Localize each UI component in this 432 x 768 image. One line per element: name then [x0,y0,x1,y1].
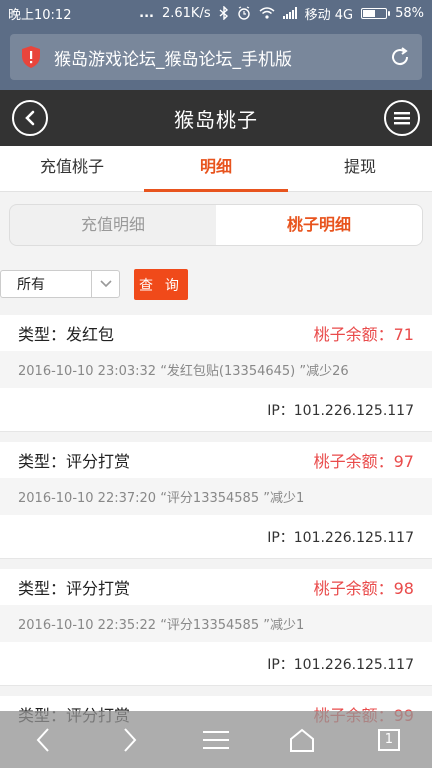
status-bar: 晚上10:12 ... 2.61K/s 移动 4G 58% [0,0,432,26]
tabs-count-icon: 1 [377,728,400,751]
chevron-right-icon [123,727,136,752]
browser-menu-button[interactable] [173,711,259,768]
record-type: 类型：发红包 [18,325,115,344]
status-time: 晚上10:12 [8,7,72,23]
back-button[interactable] [12,100,48,136]
reload-icon[interactable] [388,45,412,69]
header-title: 猴岛桃子 [174,107,258,132]
chevron-left-icon [36,727,49,752]
browser-toolbar: 猴岛游戏论坛_猴岛论坛_手机版 [0,26,432,90]
record-balance: 桃子余额：71 [313,325,414,344]
carrier-label: 移动 4G [304,7,354,23]
wifi-icon [259,7,275,19]
segment-peach-details[interactable]: 桃子明细 [216,205,422,245]
battery-icon [361,7,391,19]
status-dots: ... [139,5,154,21]
record-header: 类型：评分打赏 桃子余额：98 [0,569,432,605]
record-type: 类型：评分打赏 [18,579,131,598]
menu-icon [203,730,230,749]
record-balance: 桃子余额：97 [313,452,414,471]
tabs-count: 1 [384,732,393,747]
menu-button[interactable] [384,100,420,136]
chevron-left-icon [25,110,35,126]
tab-details[interactable]: 明细 [144,146,288,192]
record-header: 类型：评分打赏 桃子余额：97 [0,442,432,478]
browser-tabs-button[interactable]: 1 [346,711,432,768]
shield-warning-icon [22,46,40,68]
record-detail: 2016-10-10 23:03:32 “发红包贴(13354645) ”减少2… [0,351,432,388]
type-select[interactable]: 所有 [0,270,120,298]
browser-bottom-bar: 1 [0,711,432,768]
network-speed: 2.61K/s [161,5,211,21]
type-select-value: 所有 [17,277,45,293]
browser-forward-button[interactable] [86,711,172,768]
tab-recharge[interactable]: 充值桃子 [0,146,144,191]
app-header: 猴岛桃子 [0,90,432,146]
list-item: 类型：评分打赏 桃子余额：99 [0,696,432,725]
detail-segment: 充值明细 桃子明细 [9,204,423,246]
record-header: 类型：发红包 桃子余额：71 [0,315,432,351]
alarm-icon [237,6,251,20]
list-item: 类型：评分打赏 桃子余额：98 2016-10-10 22:35:22 “评分1… [0,569,432,686]
record-detail: 2016-10-10 22:35:22 “评分13354585 ”减少1 [0,605,432,642]
filter-row: 所有 查 询 [0,269,432,301]
record-balance: 桃子余额：98 [313,579,414,598]
query-button[interactable]: 查 询 [134,269,188,300]
list-item: 类型：评分打赏 桃子余额：97 2016-10-10 22:37:20 “评分1… [0,442,432,559]
main-tabs: 充值桃子 明细 提现 [0,146,432,192]
page-title: 猴岛游戏论坛_猴岛论坛_手机版 [54,49,292,70]
record-ip: IP：101.226.125.117 [0,642,432,686]
status-right: ... 2.61K/s 移动 4G 58% [139,4,424,23]
browser-back-button[interactable] [0,711,86,768]
signal-icon [282,7,297,19]
bluetooth-icon [219,6,229,20]
address-bar[interactable]: 猴岛游戏论坛_猴岛论坛_手机版 [10,34,422,80]
menu-icon [394,112,410,125]
list-item: 类型：发红包 桃子余额：71 2016-10-10 23:03:32 “发红包贴… [0,315,432,432]
record-ip: IP：101.226.125.117 [0,515,432,559]
battery-percent: 58% [395,5,424,21]
record-detail: 2016-10-10 22:37:20 “评分13354585 ”减少1 [0,478,432,515]
browser-home-button[interactable] [259,711,345,768]
record-ip: IP：101.226.125.117 [0,388,432,432]
home-icon [290,728,315,752]
record-type: 类型：评分打赏 [18,452,131,471]
tab-withdraw[interactable]: 提现 [288,146,432,191]
segment-recharge-details[interactable]: 充值明细 [10,205,216,245]
chevron-down-icon [91,271,119,297]
